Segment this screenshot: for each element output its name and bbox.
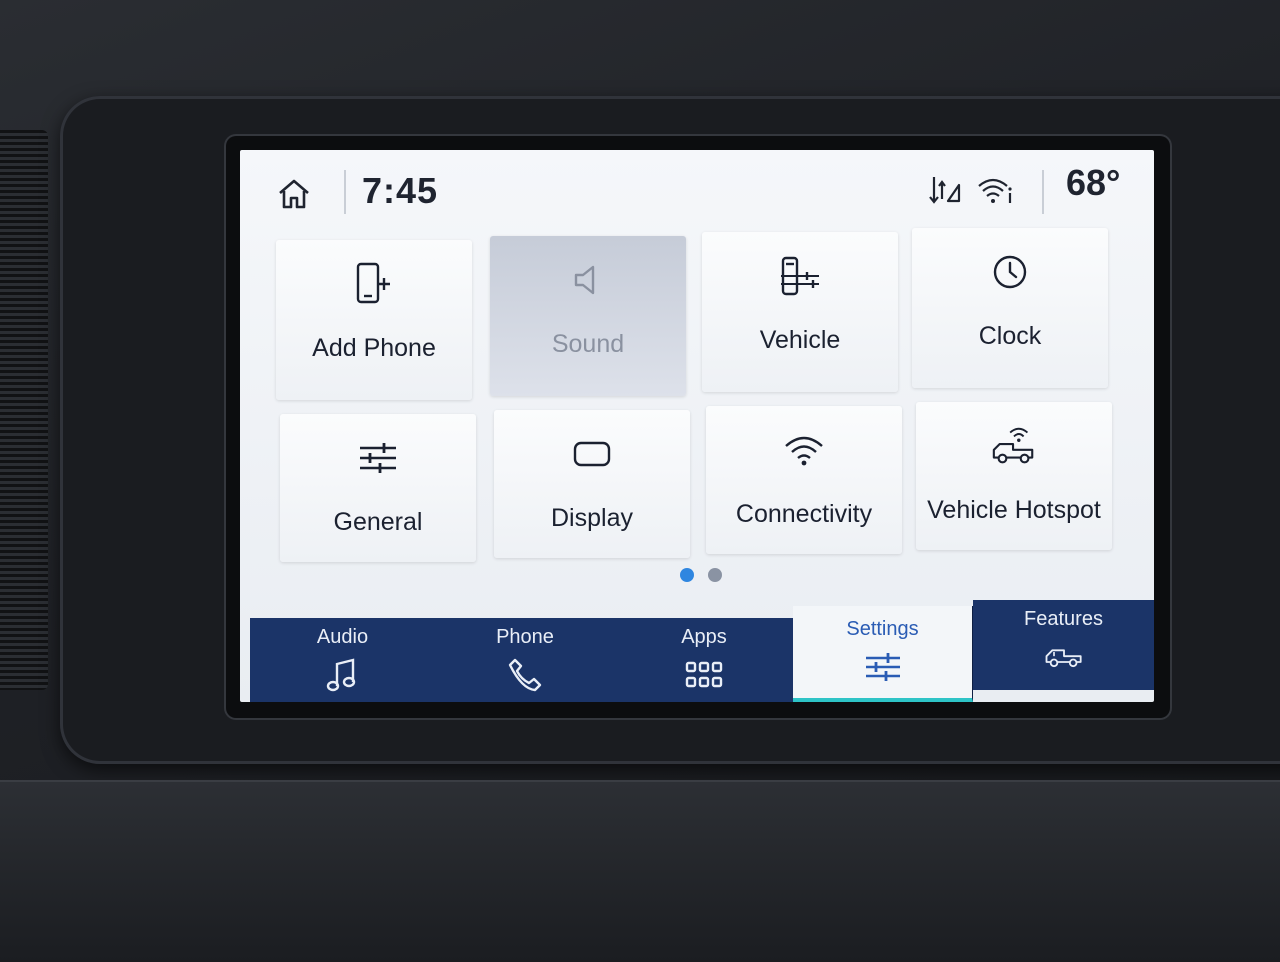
tile-vehicle[interactable]: Vehicle xyxy=(702,232,898,392)
bottom-nav: Audio Phone Apps Settings Features xyxy=(250,600,1154,702)
speaker-icon xyxy=(574,265,595,295)
wifi-icon xyxy=(785,436,823,466)
vehicle-settings-icon xyxy=(781,256,819,296)
tile-display[interactable]: Display xyxy=(494,410,690,558)
nav-apps[interactable]: Apps xyxy=(615,618,794,702)
dashboard-lower-trim xyxy=(0,780,1280,962)
status-divider xyxy=(344,170,346,214)
status-bar: 7:45 68° xyxy=(240,150,1154,228)
speaker-grille xyxy=(0,130,48,690)
nav-phone[interactable]: Phone xyxy=(435,618,616,702)
tile-label: Connectivity xyxy=(735,500,873,528)
tile-label: Add Phone xyxy=(312,334,436,362)
vehicle-hotspot-icon xyxy=(992,427,1034,464)
display-icon xyxy=(573,441,611,467)
infotainment-screen: 7:45 68° Add Phone Sound Vehicle Clock G… xyxy=(240,150,1154,702)
nav-label: Audio xyxy=(316,626,369,648)
nav-label: Settings xyxy=(846,618,919,640)
settings-sliders-icon xyxy=(865,653,900,681)
status-time: 7:45 xyxy=(362,170,439,211)
tile-general[interactable]: General xyxy=(280,414,476,562)
tile-label: Display xyxy=(551,504,633,532)
nav-label: Features xyxy=(1024,608,1103,630)
nav-label: Apps xyxy=(681,626,727,648)
home-button[interactable] xyxy=(270,170,318,218)
nav-label: Phone xyxy=(496,626,554,648)
apps-grid-icon xyxy=(685,661,723,688)
clock-icon xyxy=(993,255,1027,289)
nav-audio[interactable]: Audio xyxy=(250,618,436,702)
tile-connectivity[interactable]: Connectivity xyxy=(706,406,902,554)
home-icon xyxy=(279,179,309,209)
tile-add-phone[interactable]: Add Phone xyxy=(276,240,472,400)
nav-settings[interactable]: Settings xyxy=(793,606,973,702)
outside-temperature: 68° xyxy=(1066,162,1121,203)
nav-features[interactable]: Features xyxy=(973,600,1154,690)
status-divider-right xyxy=(1042,170,1044,214)
music-note-icon xyxy=(326,658,355,692)
tile-clock[interactable]: Clock xyxy=(912,228,1108,388)
tile-label: Sound xyxy=(551,330,625,358)
tile-vehicle-hotspot[interactable]: Vehicle Hotspot xyxy=(916,402,1112,550)
tile-label: Vehicle xyxy=(759,326,841,354)
page-indicator xyxy=(680,568,722,582)
navigation-signal-icon xyxy=(929,177,961,204)
page-dot[interactable] xyxy=(708,568,722,582)
sliders-icon xyxy=(360,443,396,473)
truck-icon xyxy=(1045,649,1082,668)
tile-label: Vehicle Hotspot xyxy=(927,496,1101,524)
phone-icon xyxy=(508,658,542,692)
tile-label: Clock xyxy=(978,322,1042,350)
add-phone-icon xyxy=(356,262,390,304)
tile-label: General xyxy=(333,508,423,536)
status-icons xyxy=(928,166,1028,214)
tile-sound[interactable]: Sound xyxy=(490,236,686,396)
page-dot-active[interactable] xyxy=(680,568,694,582)
wifi-info-icon xyxy=(978,178,1012,203)
